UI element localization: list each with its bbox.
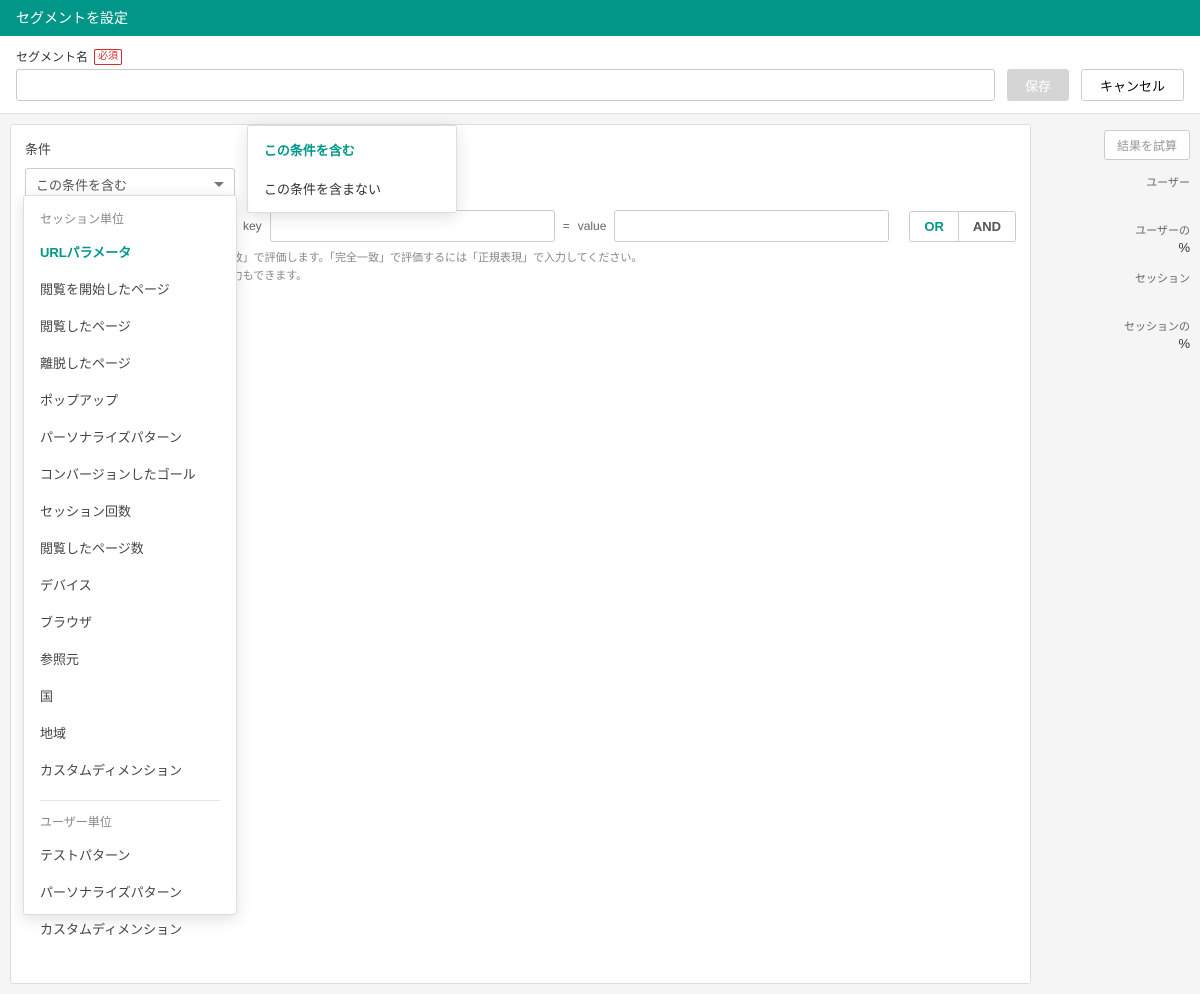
segment-name-input[interactable] [16,69,995,101]
metric-item: ユーザー [1043,174,1190,208]
metric-item: ユーザーの% [1043,222,1190,256]
condition-type-option[interactable]: ブラウザ [24,603,236,640]
condition-type-dropdown: セッション単位URLパラメータ閲覧を開始したページ閲覧したページ離脱したページポ… [23,195,237,915]
metric-item: セッションの% [1043,318,1190,352]
condition-type-option[interactable]: URLパラメータ [24,233,236,270]
metric-value [1043,192,1190,208]
save-button[interactable]: 保存 [1007,69,1069,101]
logic-button-group: OR AND [909,211,1016,242]
metric-value: % [1043,336,1190,352]
key-input[interactable] [270,210,555,242]
condition-type-option[interactable]: カスタムディメンション [24,910,236,947]
condition-type-option[interactable]: 地域 [24,714,236,751]
metric-item: セッション [1043,270,1190,304]
condition-include-option[interactable]: この条件を含む [248,130,456,169]
conditions-title: 条件 [25,139,1016,158]
or-button[interactable]: OR [910,212,959,241]
value-label: value [578,219,607,233]
condition-type-option[interactable]: 国 [24,677,236,714]
chevron-down-icon [214,182,224,187]
page-title: セグメントを設定 [16,10,128,26]
conditions-panel: 条件 この条件を含む URLパラメータ key = value OR AND ※… [10,124,1031,984]
toolbar: セグメント名 必須 保存 キャンセル [0,36,1200,114]
segment-name-field: セグメント名 必須 [16,48,995,101]
value-input[interactable] [614,210,889,242]
condition-type-option[interactable]: 閲覧したページ数 [24,529,236,566]
condition-type-option[interactable]: パーソナライズパターン [24,873,236,910]
condition-type-option[interactable]: ポップアップ [24,381,236,418]
condition-type-option[interactable]: パーソナライズパターン [24,418,236,455]
metric-label: ユーザーの [1043,222,1190,238]
side-panel: 結果を試算 ユーザーユーザーの% セッションセッションの% [1043,124,1190,984]
condition-type-option[interactable]: カスタムディメンション [24,751,236,788]
metric-label: ユーザー [1043,174,1190,190]
metric-label: セッションの [1043,318,1190,334]
dropdown-group-title: セッション単位 [24,198,236,233]
required-badge: 必須 [94,49,122,65]
condition-include-value: この条件を含む [36,175,127,194]
equals-sign: = [563,219,570,233]
calculate-button[interactable]: 結果を試算 [1104,130,1190,160]
cancel-button[interactable]: キャンセル [1081,69,1184,101]
condition-type-option[interactable]: 閲覧を開始したページ [24,270,236,307]
condition-type-option[interactable]: コンバージョンしたゴール [24,455,236,492]
condition-type-option[interactable]: テストパターン [24,836,236,873]
segment-name-label: セグメント名 [16,48,88,65]
condition-type-option[interactable]: デバイス [24,566,236,603]
condition-type-option[interactable]: 参照元 [24,640,236,677]
content-wrapper: 条件 この条件を含む URLパラメータ key = value OR AND ※… [0,114,1200,994]
metric-label: セッション [1043,270,1190,286]
segment-name-label-row: セグメント名 必須 [16,48,995,65]
condition-include-option[interactable]: この条件を含まない [248,169,456,208]
condition-type-option[interactable]: 離脱したページ [24,344,236,381]
dropdown-group-title: ユーザー単位 [24,788,236,836]
and-button[interactable]: AND [959,212,1015,241]
metric-value [1043,288,1190,304]
condition-type-option[interactable]: 閲覧したページ [24,307,236,344]
condition-include-dropdown: この条件を含むこの条件を含まない [247,125,457,213]
metric-value: % [1043,240,1190,256]
key-label: key [243,219,262,233]
page-header: セグメントを設定 [0,0,1200,36]
condition-type-option[interactable]: セッション回数 [24,492,236,529]
